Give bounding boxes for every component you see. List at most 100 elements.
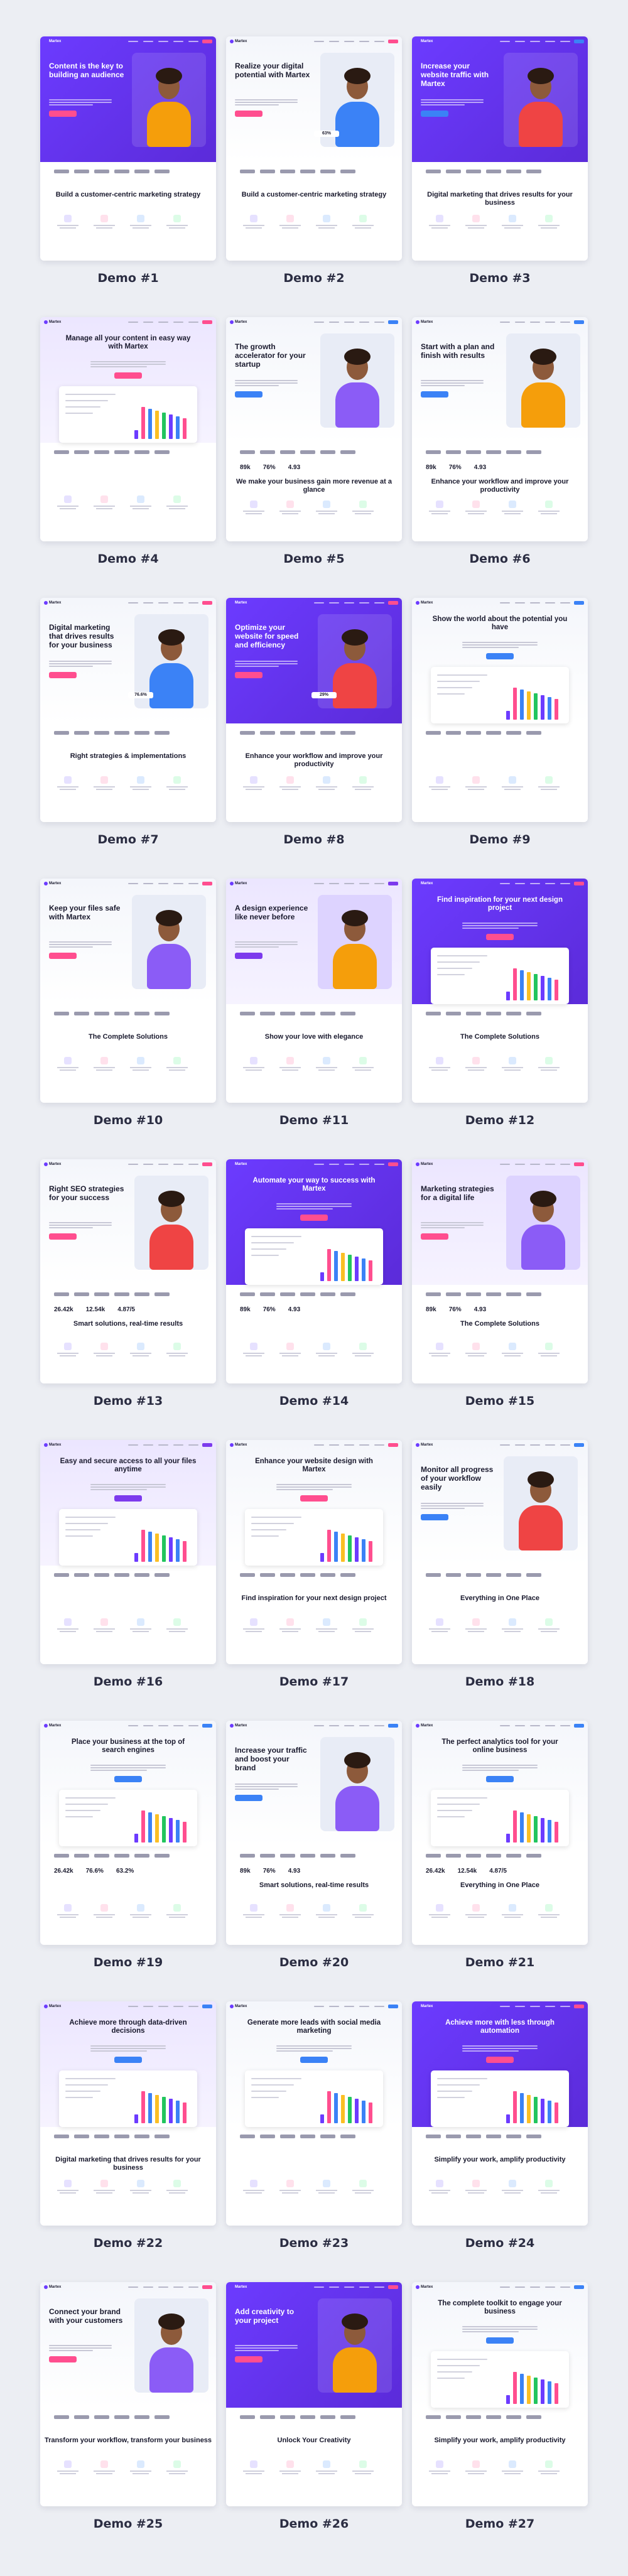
brand-logo[interactable]: Martex [230,1724,247,1728]
nav-link[interactable] [329,2006,339,2007]
demo-label[interactable]: Demo #24 [412,2236,588,2250]
nav-link[interactable] [530,2006,540,2007]
nav-link[interactable] [359,1444,369,1446]
nav-link[interactable] [143,1725,153,1726]
nav-link[interactable] [314,2286,324,2288]
nav-link[interactable] [530,1444,540,1446]
nav-link[interactable] [560,1164,570,1165]
nav-link[interactable] [515,883,525,884]
demo-preview-card[interactable]: Show the world about the potential you h… [412,598,588,822]
nav-link[interactable] [359,322,369,323]
nav-link[interactable] [515,2006,525,2007]
nav-link[interactable] [530,1164,540,1165]
nav-link[interactable] [344,2286,354,2288]
nav-link[interactable] [158,602,168,603]
nav-link[interactable] [143,41,153,42]
hero-cta-button[interactable] [114,1776,142,1782]
demo-label[interactable]: Demo #5 [226,552,402,566]
nav-signup-button[interactable] [202,2005,212,2008]
demo-label[interactable]: Demo #17 [226,1675,402,1689]
brand-logo[interactable]: Martex [44,1724,61,1728]
demo-preview-card[interactable]: Keep your files safe with Martex Martex Th… [40,879,216,1103]
nav-signup-button[interactable] [574,2285,584,2289]
hero-cta-button[interactable] [421,111,448,117]
hero-cta-button[interactable] [235,1795,263,1801]
nav-link[interactable] [188,602,198,603]
nav-link[interactable] [359,1164,369,1165]
nav-link[interactable] [359,41,369,42]
demo-preview-card[interactable]: Optimize your website for speed and effi… [226,598,402,822]
hero-cta-button[interactable] [421,1514,448,1520]
nav-link[interactable] [314,602,324,603]
nav-signup-button[interactable] [388,1162,398,1166]
nav-link[interactable] [314,2006,324,2007]
nav-link[interactable] [374,883,384,884]
demo-preview-card[interactable]: A design experience like never before Mar… [226,879,402,1103]
nav-link[interactable] [560,2286,570,2288]
nav-signup-button[interactable] [202,1162,212,1166]
nav-link[interactable] [500,322,510,323]
nav-link[interactable] [530,2286,540,2288]
demo-preview-card[interactable]: Add creativity to your project Martex Unlo… [226,2282,402,2506]
nav-link[interactable] [515,602,525,603]
demo-label[interactable]: Demo #9 [412,833,588,847]
brand-logo[interactable]: Martex [416,320,433,324]
brand-logo[interactable]: Martex [44,320,61,324]
nav-link[interactable] [545,883,555,884]
nav-link[interactable] [128,1444,138,1446]
nav-signup-button[interactable] [574,40,584,43]
nav-signup-button[interactable] [388,882,398,885]
brand-logo[interactable]: Martex [416,2285,433,2289]
nav-signup-button[interactable] [388,1724,398,1728]
hero-cta-button[interactable] [114,1495,142,1502]
demo-label[interactable]: Demo #19 [40,1956,216,1969]
brand-logo[interactable]: Martex [44,40,61,43]
demo-label[interactable]: Demo #23 [226,2236,402,2250]
brand-logo[interactable]: Martex [230,320,247,324]
nav-link[interactable] [374,2286,384,2288]
nav-link[interactable] [128,41,138,42]
nav-link[interactable] [329,2286,339,2288]
hero-cta-button[interactable] [486,934,514,940]
nav-link[interactable] [128,602,138,603]
demo-preview-card[interactable]: Achieve more through data-driven decisio… [40,2001,216,2226]
nav-link[interactable] [560,41,570,42]
demo-preview-card[interactable]: Automate your way to success with Martex… [226,1159,402,1383]
demo-label[interactable]: Demo #20 [226,1956,402,1969]
demo-label[interactable]: Demo #3 [412,271,588,285]
nav-link[interactable] [188,322,198,323]
demo-preview-card[interactable]: Place your business at the top of search… [40,1721,216,1945]
nav-link[interactable] [359,883,369,884]
nav-link[interactable] [515,1725,525,1726]
nav-link[interactable] [158,2286,168,2288]
nav-link[interactable] [329,41,339,42]
nav-signup-button[interactable] [388,2005,398,2008]
nav-link[interactable] [173,322,183,323]
nav-link[interactable] [314,1725,324,1726]
demo-preview-card[interactable]: Content is the key to building an audien… [40,36,216,261]
hero-cta-button[interactable] [300,2057,328,2063]
demo-label[interactable]: Demo #16 [40,1675,216,1689]
nav-link[interactable] [188,883,198,884]
brand-logo[interactable]: Martex [230,2005,247,2008]
brand-logo[interactable]: Martex [44,882,61,885]
demo-preview-card[interactable]: Find inspiration for your next design pr… [412,879,588,1103]
nav-link[interactable] [329,1164,339,1165]
nav-link[interactable] [374,1164,384,1165]
demo-preview-card[interactable]: Start with a plan and finish with result… [412,317,588,541]
nav-link[interactable] [500,41,510,42]
nav-link[interactable] [545,322,555,323]
nav-link[interactable] [545,1444,555,1446]
hero-cta-button[interactable] [114,372,142,379]
nav-link[interactable] [158,41,168,42]
nav-signup-button[interactable] [388,40,398,43]
hero-cta-button[interactable] [235,2356,263,2362]
demo-preview-card[interactable]: The perfect analytics tool for your onli… [412,1721,588,1945]
nav-link[interactable] [128,2006,138,2007]
nav-link[interactable] [560,1725,570,1726]
nav-link[interactable] [188,1444,198,1446]
nav-link[interactable] [530,883,540,884]
demo-label[interactable]: Demo #6 [412,552,588,566]
nav-link[interactable] [143,602,153,603]
nav-link[interactable] [158,322,168,323]
